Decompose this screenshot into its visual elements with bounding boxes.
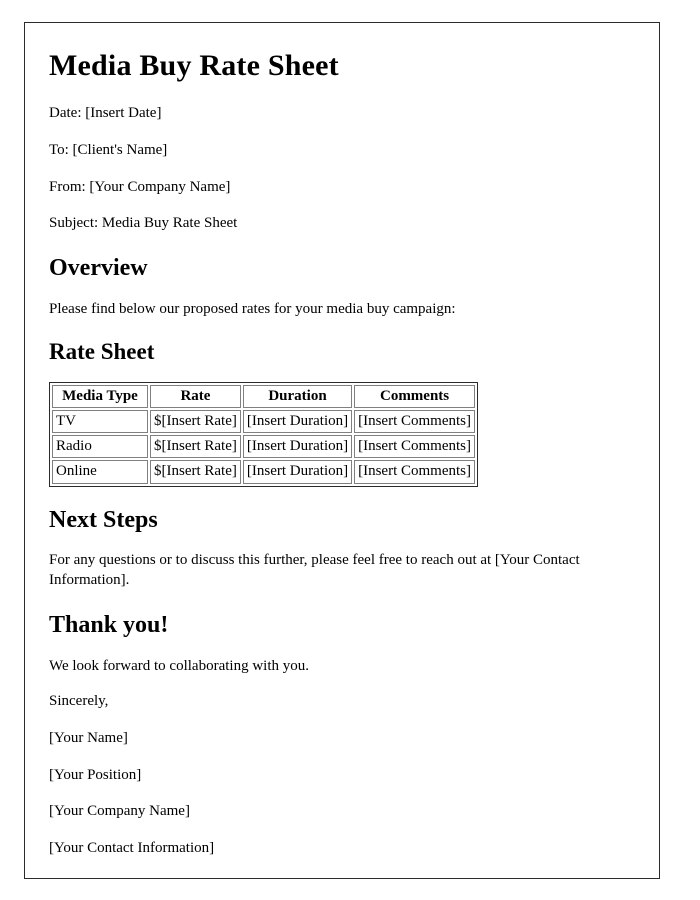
meta-line-from: From: [Your Company Name]: [49, 178, 231, 195]
cell-comments: [Insert Comments]: [354, 460, 476, 484]
table-row: Radio $[Insert Rate] [Insert Duration] […: [52, 435, 476, 459]
page-title: Media Buy Rate Sheet: [49, 49, 339, 82]
cell-media-type: Radio: [52, 435, 148, 459]
overview-heading: Overview: [49, 255, 148, 281]
meta-line-to: To: [Client's Name]: [49, 141, 168, 158]
column-header-duration: Duration: [242, 384, 353, 408]
thank-you-paragraph: We look forward to collaborating with yo…: [49, 657, 309, 674]
rate-sheet-table: Media Type Rate Duration Comments TV $[I…: [49, 381, 479, 487]
meta-line-subject: Subject: Media Buy Rate Sheet: [49, 215, 238, 232]
signature-name: [Your Name]: [49, 729, 128, 746]
cell-comments: [Insert Comments]: [354, 409, 476, 434]
cell-rate: $[Insert Rate]: [150, 409, 241, 434]
signature-contact: [Your Contact Information]: [49, 840, 215, 857]
next-steps-paragraph: For any questions or to discuss this fur…: [49, 552, 580, 588]
cell-media-type: TV: [52, 409, 148, 434]
column-header-comments: Comments: [354, 384, 476, 408]
table-header-row: Media Type Rate Duration Comments: [52, 384, 476, 408]
cell-duration: [Insert Duration]: [242, 460, 353, 484]
cell-comments: [Insert Comments]: [354, 435, 476, 459]
cell-duration: [Insert Duration]: [242, 409, 353, 434]
table-row: Online $[Insert Rate] [Insert Duration] …: [52, 460, 476, 484]
thank-you-heading: Thank you!: [49, 612, 169, 639]
column-header-rate: Rate: [150, 384, 241, 408]
rate-sheet-heading: Rate Sheet: [49, 339, 155, 365]
meta-line-date: Date: [Insert Date]: [49, 105, 162, 121]
signature-company: [Your Company Name]: [49, 803, 190, 820]
cell-rate: $[Insert Rate]: [150, 460, 241, 484]
overview-paragraph: Please find below our proposed rates for…: [49, 300, 456, 317]
column-header-media-type: Media Type: [52, 384, 148, 408]
next-steps-heading: Next Steps: [49, 506, 158, 533]
signature-position: [Your Position]: [49, 766, 142, 783]
cell-rate: $[Insert Rate]: [150, 435, 241, 459]
closing-salutation: Sincerely,: [49, 693, 109, 710]
table-row: TV $[Insert Rate] [Insert Duration] [Ins…: [52, 409, 476, 434]
document-page: Media Buy Rate Sheet Date: [Insert Date]…: [24, 22, 660, 879]
document-body: Media Buy Rate Sheet Date: [Insert Date]…: [25, 23, 659, 858]
cell-duration: [Insert Duration]: [242, 435, 353, 459]
cell-media-type: Online: [52, 460, 148, 484]
